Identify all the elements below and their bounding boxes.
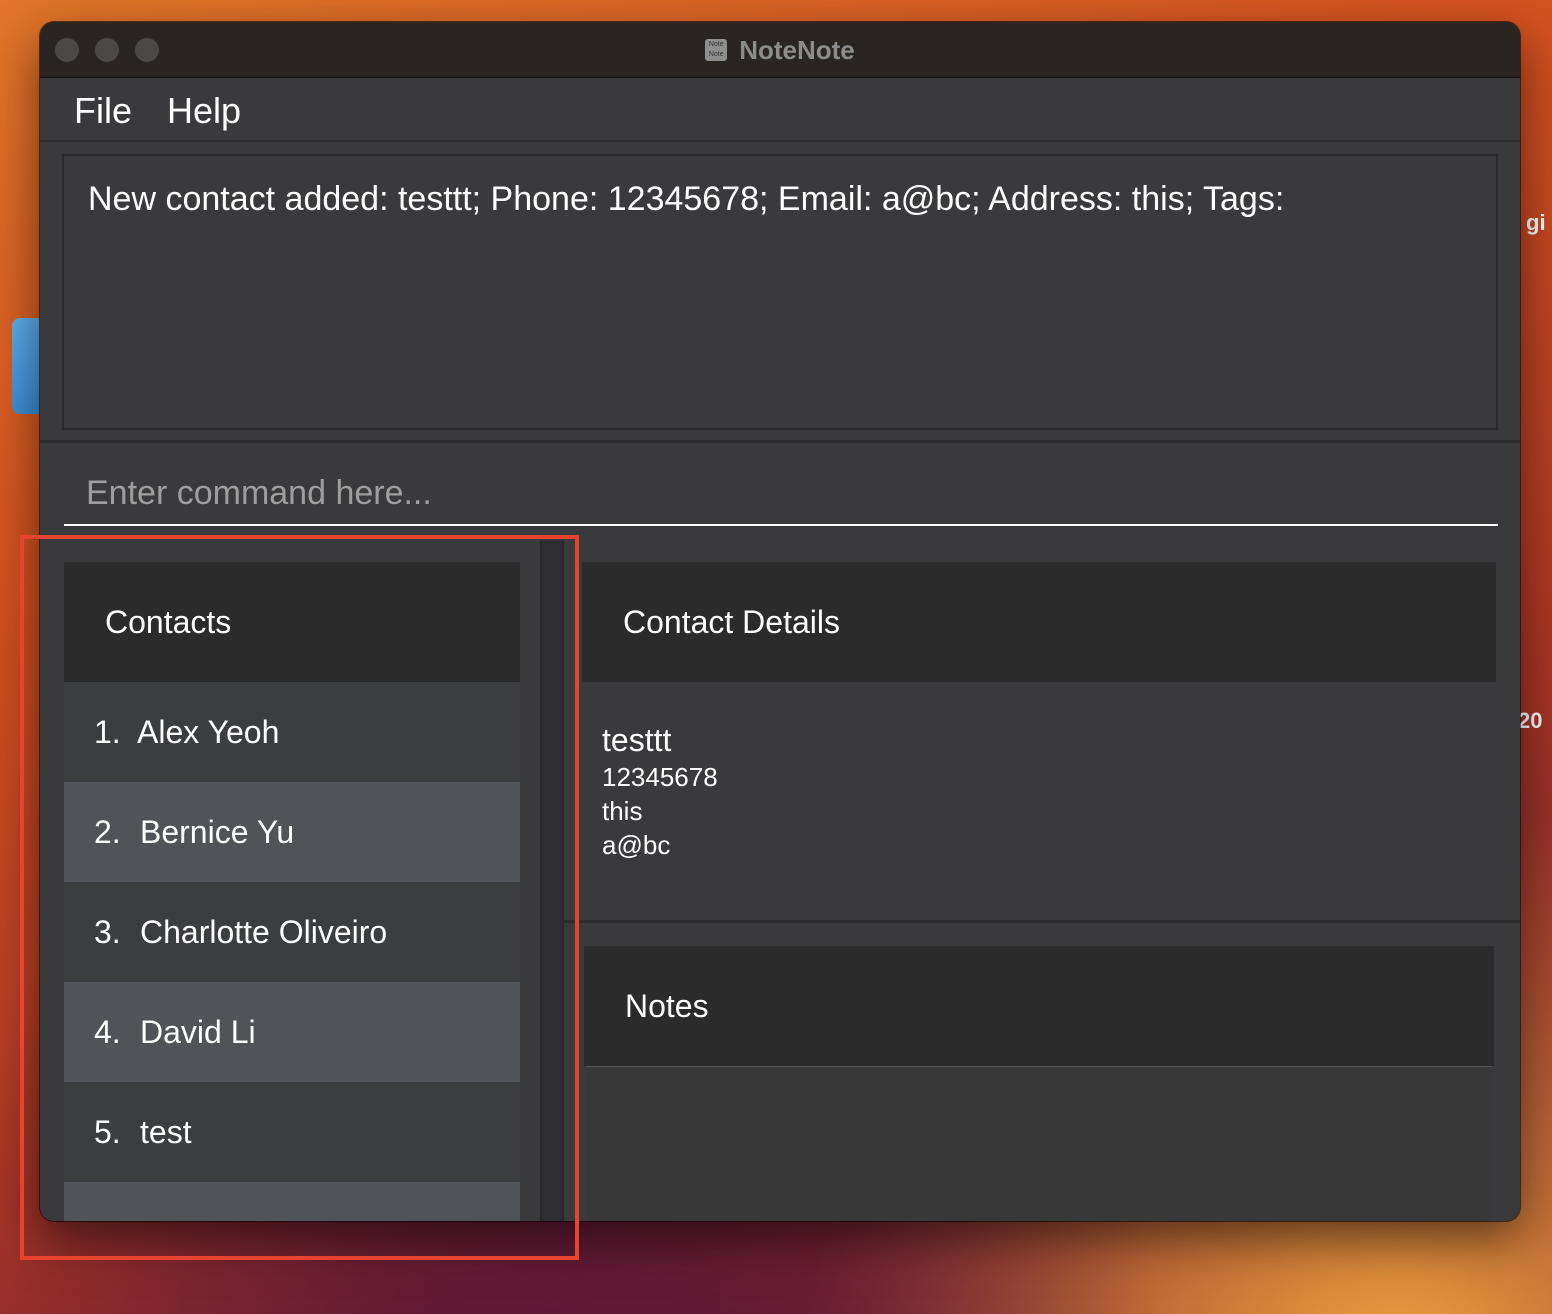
result-message: New contact added: testtt; Phone: 123456… bbox=[88, 180, 1285, 218]
details-panel: Contact Details testtt 12345678 this a@b… bbox=[564, 540, 1520, 1221]
desktop-label: 20 bbox=[1518, 708, 1543, 733]
app-window: Note Note NoteNote File Help New contact… bbox=[40, 22, 1520, 1221]
contact-list-item[interactable]: 3. Charlotte Oliveiro bbox=[64, 882, 520, 982]
detail-name: testtt bbox=[602, 722, 672, 758]
contact-list[interactable]: 1. Alex Yeoh 2. Bernice Yu 3. Charlotte … bbox=[64, 682, 520, 1221]
window-title: NoteNote bbox=[739, 34, 855, 65]
split-pane-divider[interactable] bbox=[540, 540, 564, 1221]
app-icon: Note Note bbox=[705, 39, 728, 61]
result-display: New contact added: testtt; Phone: 123456… bbox=[62, 154, 1498, 430]
contact-index: 2. bbox=[94, 814, 121, 850]
contacts-title: Contacts bbox=[105, 604, 232, 640]
contact-name: David Li bbox=[140, 1014, 256, 1050]
menu-bar: File Help bbox=[40, 78, 1520, 142]
contact-index: 1. bbox=[94, 714, 121, 750]
contact-list-item[interactable]: 5. test bbox=[64, 1082, 520, 1182]
contact-name: test bbox=[140, 1114, 192, 1150]
title-bar[interactable]: Note Note NoteNote bbox=[40, 22, 1520, 78]
divider[interactable] bbox=[564, 920, 1520, 923]
contact-list-item[interactable]: 4. David Li bbox=[64, 982, 520, 1082]
contacts-header: Contacts bbox=[64, 562, 520, 682]
menu-file[interactable]: File bbox=[74, 90, 132, 132]
contact-list-item[interactable]: 1. Alex Yeoh bbox=[64, 682, 520, 782]
contact-details-header: Contact Details bbox=[582, 562, 1496, 682]
notes-area[interactable] bbox=[586, 1066, 1492, 1221]
detail-email: a@bc bbox=[602, 830, 671, 860]
contact-index: 4. bbox=[94, 1014, 121, 1050]
contact-name: Alex Yeoh bbox=[137, 714, 280, 750]
contact-name: Charlotte Oliveiro bbox=[140, 914, 388, 950]
contact-index: 5. bbox=[94, 1114, 121, 1150]
menu-help[interactable]: Help bbox=[167, 90, 241, 132]
contact-name: Bernice Yu bbox=[140, 814, 295, 850]
contact-index: 3. bbox=[94, 914, 121, 950]
contact-details-title: Contact Details bbox=[623, 604, 840, 640]
notes-header: Notes bbox=[584, 946, 1494, 1066]
desktop-label: gi bbox=[1526, 210, 1546, 235]
contact-list-item[interactable]: 2. Bernice Yu bbox=[64, 782, 520, 882]
detail-phone: 12345678 bbox=[602, 762, 718, 792]
contacts-panel: Contacts 1. Alex Yeoh 2. Bernice Yu 3. C… bbox=[40, 540, 540, 1221]
notes-title: Notes bbox=[625, 988, 709, 1024]
contact-list-item[interactable] bbox=[64, 1182, 520, 1221]
command-input[interactable] bbox=[64, 462, 1498, 526]
detail-address: this bbox=[602, 796, 643, 826]
divider bbox=[40, 440, 1520, 443]
